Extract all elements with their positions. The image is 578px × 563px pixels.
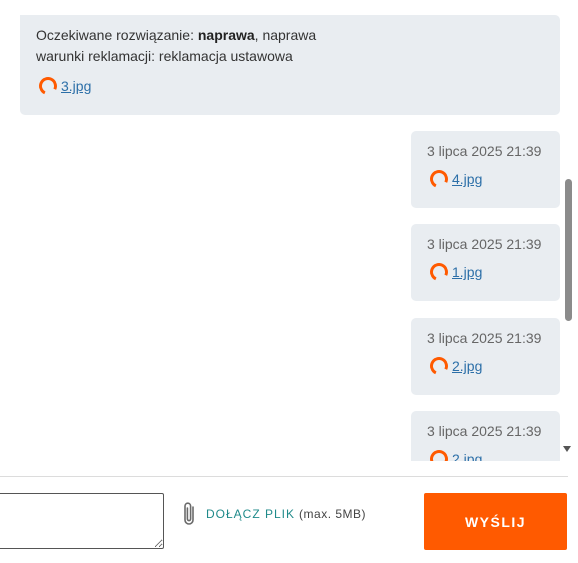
message-timestamp: 3 lipca 2025 21:39: [427, 423, 542, 439]
message-timestamp: 3 lipca 2025 21:39: [427, 143, 542, 159]
divider: [0, 476, 568, 477]
message-bubble: 3 lipca 2025 21:39 2.jpg: [411, 318, 560, 395]
attachment-link[interactable]: 2.jpg: [452, 356, 482, 376]
loading-spinner-icon: [427, 167, 451, 191]
loading-spinner-icon: [427, 447, 451, 461]
attachment: 4.jpg: [427, 167, 482, 191]
attachment-link[interactable]: 3.jpg: [61, 76, 91, 96]
message-bubble: 3 lipca 2025 21:39 2.jpg: [411, 411, 560, 461]
attachment: 3.jpg: [36, 74, 91, 98]
chat-panel: Oczekiwane rozwiązanie: naprawa, naprawa…: [0, 0, 578, 563]
attachment: 1.jpg: [427, 260, 482, 284]
message-list[interactable]: Oczekiwane rozwiązanie: naprawa, naprawa…: [0, 0, 578, 461]
message-bubble: 3 lipca 2025 21:39 1.jpg: [411, 224, 560, 301]
attachment: 2.jpg: [427, 447, 482, 461]
expected-solution-line: Oczekiwane rozwiązanie: naprawa, naprawa: [36, 25, 316, 45]
expected-solution-value: naprawa: [197, 27, 255, 43]
message-bubble: 3 lipca 2025 21:39 4.jpg: [411, 131, 560, 208]
loading-spinner-icon: [36, 74, 60, 98]
attachment-link[interactable]: 4.jpg: [452, 169, 482, 189]
message-timestamp: 3 lipca 2025 21:39: [427, 236, 542, 252]
message-bubble-complaint: Oczekiwane rozwiązanie: naprawa, naprawa…: [20, 15, 560, 115]
message-input[interactable]: [0, 493, 164, 549]
attach-size-limit: (max. 5MB): [299, 507, 367, 521]
attach-file-label: DOŁĄCZ PLIK: [206, 507, 296, 521]
message-timestamp: 3 lipca 2025 21:39: [427, 330, 542, 346]
chevron-down-icon[interactable]: [563, 446, 571, 452]
expected-solution-extra: , naprawa: [254, 27, 317, 43]
attachment: 2.jpg: [427, 354, 482, 378]
loading-spinner-icon: [427, 260, 451, 284]
attachment-link[interactable]: 1.jpg: [452, 262, 482, 282]
attach-file-button[interactable]: DOŁĄCZ PLIK (max. 5MB): [180, 500, 366, 528]
expected-solution-label: Oczekiwane rozwiązanie:: [36, 27, 198, 43]
send-button[interactable]: WYŚLIJ: [424, 493, 567, 550]
attachment-link[interactable]: 2.jpg: [452, 449, 482, 461]
paperclip-icon: [184, 502, 194, 525]
loading-spinner-icon: [427, 354, 451, 378]
scrollbar-thumb[interactable]: [565, 179, 572, 321]
complaint-conditions: warunki reklamacji: reklamacja ustawowa: [36, 48, 293, 64]
